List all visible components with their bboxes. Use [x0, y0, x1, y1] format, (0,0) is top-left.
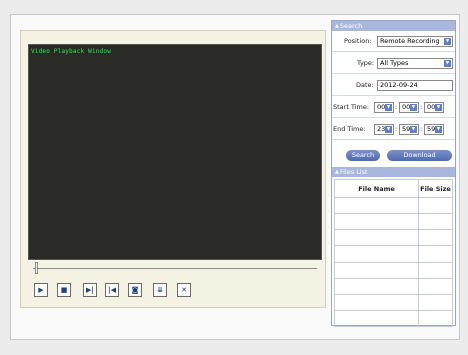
chevron-down-icon: ▼: [385, 104, 392, 111]
date-label: Date:: [356, 81, 374, 89]
table-row[interactable]: [334, 229, 453, 247]
step-back-icon: |◀: [108, 286, 116, 294]
date-input[interactable]: 2012-09-24: [377, 80, 453, 91]
file-size-column-header[interactable]: File Size: [418, 179, 453, 198]
stop-button[interactable]: ■: [57, 283, 71, 297]
type-row: Type: All Types ▼: [332, 53, 455, 74]
table-cell: [418, 277, 453, 295]
position-select[interactable]: Remote Recording ▼: [377, 36, 453, 47]
table-cell: [334, 293, 419, 311]
video-window-label: Video Playback Window: [31, 48, 112, 55]
time-separator: :: [420, 125, 423, 133]
chevron-down-icon: ▼: [410, 126, 417, 133]
table-cell: [418, 229, 453, 247]
files-table: File Name File Size: [334, 179, 453, 328]
table-cell: [334, 277, 419, 295]
chevron-down-icon: ▼: [435, 104, 442, 111]
type-label: Type:: [357, 59, 375, 67]
table-cell: [334, 196, 419, 215]
table-cell: [334, 213, 419, 231]
chevron-down-icon: ▼: [444, 60, 451, 67]
end-time-row: End Time: 23 ▼ : 59 ▼ : 59 ▼: [332, 119, 455, 140]
search-section-header[interactable]: ▲Search: [332, 21, 455, 31]
chevron-down-icon: ▼: [385, 126, 392, 133]
date-row: Date: 2012-09-24: [332, 75, 455, 96]
file-name-column-header[interactable]: File Name: [334, 179, 419, 198]
download-button[interactable]: ⇊: [153, 283, 167, 297]
end-time-label: End Time:: [333, 125, 366, 133]
collapse-caret-icon: ▲: [335, 169, 339, 175]
table-row[interactable]: [334, 261, 453, 279]
table-row[interactable]: [334, 309, 453, 328]
end-minute-select[interactable]: 59 ▼: [399, 124, 419, 135]
play-button[interactable]: ▶: [34, 283, 48, 297]
start-minute-select[interactable]: 00 ▼: [399, 102, 419, 113]
video-playback-window[interactable]: Video Playback Window: [28, 44, 322, 260]
table-cell: [334, 309, 419, 328]
step-back-button[interactable]: |◀: [105, 283, 119, 297]
end-hour-select[interactable]: 23 ▼: [374, 124, 394, 135]
download-button[interactable]: Download: [387, 150, 452, 161]
chevron-down-icon: ▼: [444, 38, 451, 45]
seek-slider-thumb[interactable]: [35, 262, 38, 274]
chevron-down-icon: ▼: [410, 104, 417, 111]
download-icon: ⇊: [157, 286, 163, 294]
end-second-select[interactable]: 59 ▼: [424, 124, 444, 135]
table-cell: [418, 245, 453, 263]
start-hour-select[interactable]: 00 ▼: [374, 102, 394, 113]
table-cell: [418, 196, 453, 215]
search-button[interactable]: Search: [346, 150, 380, 161]
start-second-select[interactable]: 00 ▼: [424, 102, 444, 113]
table-row[interactable]: [334, 196, 453, 215]
table-cell: [418, 293, 453, 311]
table-cell: [418, 213, 453, 231]
pause-step-button[interactable]: ▶|: [83, 283, 97, 297]
start-time-row: Start Time: 00 ▼ : 00 ▼ : 00 ▼: [332, 97, 455, 118]
type-select[interactable]: All Types ▼: [377, 58, 453, 69]
pause-step-icon: ▶|: [86, 286, 94, 294]
table-row[interactable]: [334, 245, 453, 263]
time-separator: :: [395, 103, 398, 111]
seek-track[interactable]: [33, 268, 317, 269]
position-label: Position:: [344, 37, 372, 45]
table-row[interactable]: [334, 293, 453, 311]
snapshot-icon: ◙: [131, 286, 139, 294]
table-cell: [334, 261, 419, 279]
table-row[interactable]: [334, 213, 453, 231]
position-row: Position: Remote Recording ▼: [332, 31, 455, 52]
files-list-header[interactable]: ▲Files List: [332, 167, 455, 177]
table-row[interactable]: [334, 277, 453, 295]
snapshot-button[interactable]: ◙: [128, 283, 142, 297]
files-table-header: File Name File Size: [334, 179, 453, 198]
table-cell: [334, 245, 419, 263]
table-cell: [418, 309, 453, 328]
table-cell: [418, 261, 453, 279]
chevron-down-icon: ▼: [435, 126, 442, 133]
table-cell: [334, 229, 419, 247]
close-icon: ✕: [181, 286, 187, 294]
time-separator: :: [420, 103, 423, 111]
stop-icon: ■: [60, 286, 68, 294]
start-time-label: Start Time:: [333, 103, 370, 111]
search-panel: ▲Search Position: Remote Recording ▼ Typ…: [331, 20, 456, 328]
close-button[interactable]: ✕: [177, 283, 191, 297]
collapse-caret-icon: ▲: [335, 23, 339, 29]
play-icon: ▶: [38, 286, 44, 294]
time-separator: :: [395, 125, 398, 133]
